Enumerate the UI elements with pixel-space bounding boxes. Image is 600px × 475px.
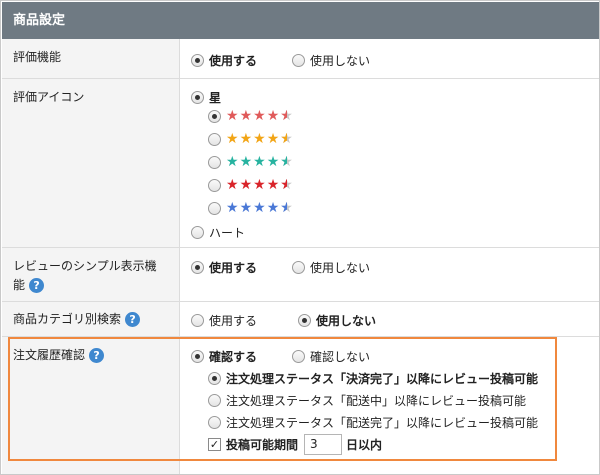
order-noconfirm-option[interactable]: 確認しない — [292, 348, 370, 365]
star-icon: ★ — [226, 200, 239, 216]
label-text: 注文履歴確認 — [13, 348, 86, 362]
star-icon: ★ — [266, 177, 280, 193]
radio-unselected[interactable] — [292, 350, 305, 363]
category-nouse-option[interactable]: 使用しない — [298, 312, 376, 329]
help-icon[interactable]: ? — [89, 348, 105, 363]
radio-selected[interactable] — [191, 350, 204, 363]
help-icon[interactable]: ? — [125, 312, 141, 327]
star-icon: ★ — [280, 178, 293, 192]
label-text: 商品カテゴリ別検索 — [13, 312, 122, 326]
rating-nouse-option[interactable]: 使用しない — [292, 52, 370, 69]
status-delivered-option[interactable]: 注文処理ステータス「配送完了」以降にレビュー投稿可能 — [208, 414, 538, 431]
star-rating-icon: ★ ★ ★ ★ ★ — [226, 132, 293, 146]
status-payment-complete-option[interactable]: 注文処理ステータス「決済完了」以降にレビュー投稿可能 — [208, 370, 538, 387]
row-simple-review: レビューのシンプル表示機 能? 使用する 使用しない — [2, 248, 599, 302]
posting-period-unit: 日以内 — [346, 438, 383, 452]
star-rating-icon: ★ ★ ★ ★ ★ — [226, 109, 293, 123]
star-icon: ★ — [239, 108, 253, 124]
star-set-option[interactable]: ★ ★ ★ ★ ★ — [208, 155, 293, 169]
star-set-option[interactable]: ★ ★ ★ ★ ★ — [208, 178, 293, 192]
star-rating-icon: ★ ★ ★ ★ ★ — [226, 155, 293, 169]
radio-selected[interactable] — [191, 54, 204, 67]
panel-title: 商品設定 — [13, 13, 66, 28]
star-icon: ★ — [239, 200, 253, 216]
star-icon: ★ — [280, 201, 293, 215]
settings-panel: 商品設定 評価機能 使用する 使用しない 評価アイコン 星 ★ ★ ★ ★ ★ ★ ★ ★ ★ ★… — [0, 0, 600, 475]
rating-use-option[interactable]: 使用する — [191, 52, 257, 69]
star-icon: ★ — [226, 154, 239, 170]
star-rating-icon: ★ ★ ★ ★ ★ — [226, 201, 293, 215]
simple-use-option[interactable]: 使用する — [191, 259, 257, 276]
posting-period-label: 投稿可能期間 — [226, 438, 299, 452]
star-icon: ★ — [239, 177, 253, 193]
posting-period-input[interactable]: 3 — [304, 434, 343, 455]
star-icon: ★ — [253, 131, 266, 147]
star-icon: ★ — [266, 108, 280, 124]
star-icon: ★ — [280, 109, 293, 123]
star-set-option[interactable]: ★ ★ ★ ★ ★ — [208, 132, 293, 146]
posting-period-checkbox[interactable]: ✓ — [208, 438, 221, 451]
star-set-option[interactable]: ★ ★ ★ ★ ★ — [208, 109, 293, 123]
star-icon: ★ — [253, 200, 266, 216]
row-rating-icon: 評価アイコン 星 ★★★★★★★★★★★★★★★★★★★★★★★★★ ハート — [2, 79, 599, 248]
row-category-search: 商品カテゴリ別検索? 使用する 使用しない — [2, 302, 599, 337]
radio-selected[interactable] — [191, 261, 204, 274]
radio-unselected[interactable] — [191, 314, 204, 327]
star-icon: ★ — [266, 154, 280, 170]
star-icon: ★ — [226, 177, 239, 193]
star-icon: ★ — [266, 200, 280, 216]
star-icon: ★ — [253, 154, 266, 170]
radio-selected[interactable] — [191, 91, 204, 104]
label-line-1: レビューのシンプル表示機 — [13, 259, 157, 273]
icon-heart-option[interactable]: ハート — [191, 224, 245, 241]
star-icon: ★ — [239, 154, 253, 170]
icon-star-option[interactable]: 星 — [191, 89, 221, 106]
star-icon: ★ — [253, 108, 266, 124]
row-label: 評価機能 — [2, 39, 180, 78]
radio-unselected[interactable] — [191, 226, 204, 239]
row-label: レビューのシンプル表示機 能? — [2, 248, 180, 301]
star-icon: ★ — [226, 131, 239, 147]
row-label: 注文履歴確認? — [2, 337, 180, 474]
row-label: 商品カテゴリ別検索? — [2, 302, 180, 336]
category-use-option[interactable]: 使用する — [191, 312, 257, 329]
help-icon[interactable]: ? — [29, 278, 45, 293]
radio-unselected[interactable] — [208, 132, 221, 146]
radio-unselected[interactable] — [208, 178, 221, 192]
star-icon: ★ — [253, 177, 266, 193]
simple-nouse-option[interactable]: 使用しない — [292, 259, 370, 276]
status-shipping-option[interactable]: 注文処理ステータス「配送中」以降にレビュー投稿可能 — [208, 392, 526, 409]
star-icon: ★ — [280, 132, 293, 146]
row-label: 評価アイコン — [2, 79, 180, 247]
radio-selected[interactable] — [208, 372, 221, 385]
radio-selected[interactable] — [298, 314, 311, 327]
row-rating-function: 評価機能 使用する 使用しない — [2, 39, 599, 79]
radio-unselected[interactable] — [208, 155, 221, 169]
star-icon: ★ — [266, 131, 280, 147]
label-line-2: 能 — [13, 278, 26, 292]
row-order-history: 注文履歴確認? 確認する 確認しない 注文処理ステータス「決済完了」以降にレビュ… — [2, 337, 599, 474]
radio-unselected[interactable] — [292, 261, 305, 274]
posting-period: ✓ 投稿可能期間 3 日以内 — [208, 434, 382, 455]
star-rating-icon: ★ ★ ★ ★ ★ — [226, 178, 293, 192]
radio-unselected[interactable] — [208, 416, 221, 429]
radio-unselected[interactable] — [208, 394, 221, 407]
order-confirm-option[interactable]: 確認する — [191, 348, 257, 365]
radio-selected[interactable] — [208, 109, 221, 123]
star-set-option[interactable]: ★ ★ ★ ★ ★ — [208, 201, 293, 215]
radio-unselected[interactable] — [292, 54, 305, 67]
star-icon: ★ — [239, 131, 253, 147]
radio-unselected[interactable] — [208, 201, 221, 215]
panel-header: 商品設定 — [2, 2, 599, 39]
star-icon: ★ — [280, 155, 293, 169]
star-icon: ★ — [226, 108, 239, 124]
